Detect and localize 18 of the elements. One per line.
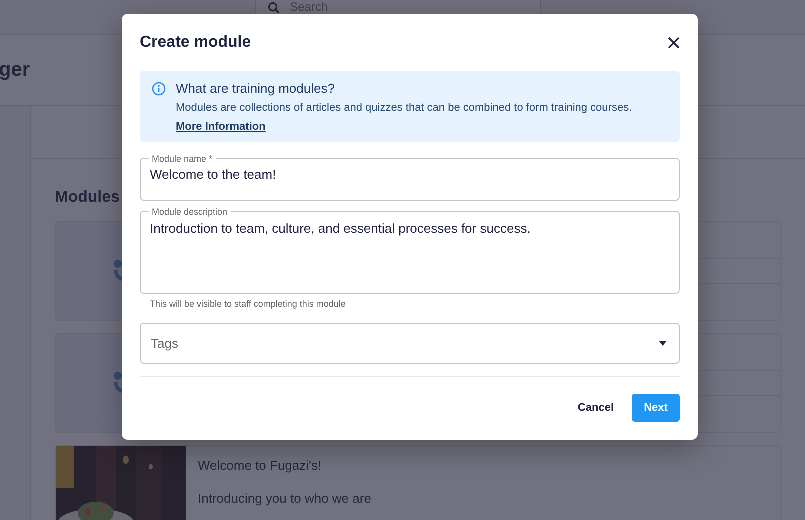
info-text: Modules are collections of articles and quizzes that can be combined to form training courses. xyxy=(176,102,632,114)
module-description: Introducing you to who we are xyxy=(198,491,372,506)
info-title: What are training modules? xyxy=(176,80,336,96)
more-information-link[interactable]: More Information xyxy=(176,120,266,133)
field-label: Module description xyxy=(151,206,229,217)
field-label: Module name * xyxy=(151,154,214,164)
close-icon[interactable] xyxy=(668,36,680,49)
module-name-field[interactable]: Module name * Welcome to the team! xyxy=(140,154,680,201)
module-title: Welcome to Fugazi's! xyxy=(198,458,323,473)
dialog-title: Create module xyxy=(140,34,252,52)
helper-text: This will be visible to staff completing this module xyxy=(150,298,347,309)
info-icon xyxy=(152,82,166,96)
page-title: ger xyxy=(0,58,30,82)
section-title: Modules xyxy=(55,189,120,207)
module-description-field[interactable]: Module description Introduction to team, culture, and essential processes for success. xyxy=(140,206,680,294)
caret-icon xyxy=(659,340,667,346)
search-icon xyxy=(268,2,280,14)
cancel-button[interactable]: Cancel xyxy=(572,396,620,420)
